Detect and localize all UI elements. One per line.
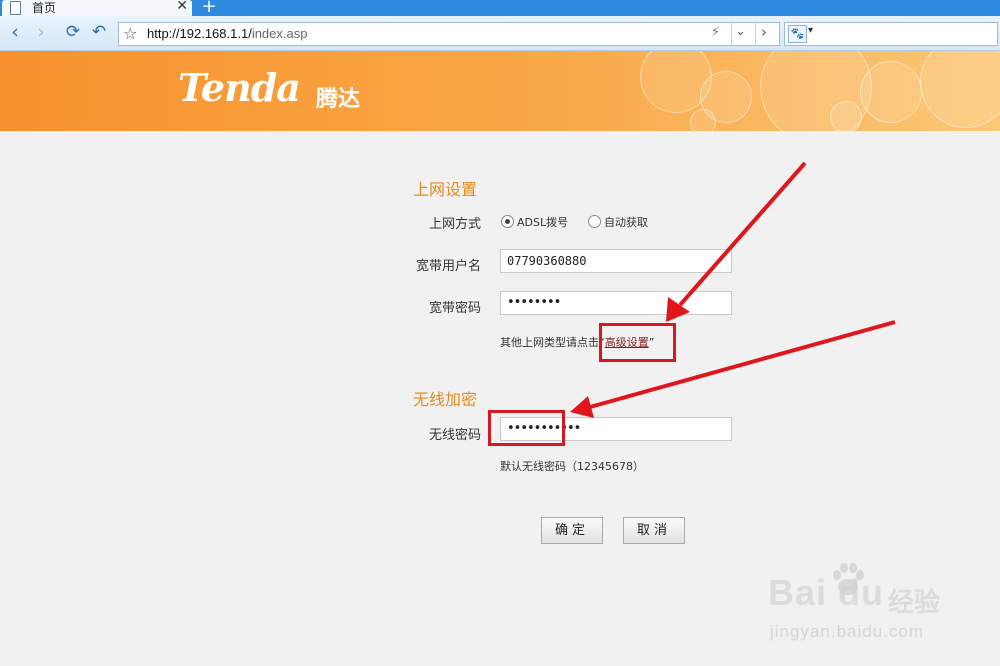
- arrow-line-advanced: [678, 161, 807, 307]
- caret-down-icon[interactable]: ▾: [808, 25, 813, 36]
- new-tab-button[interactable]: +: [198, 0, 220, 17]
- tab-bar: 首页 ✕ +: [0, 0, 1000, 17]
- address-bar[interactable]: ☆ http://192.168.1.1/index.asp ⚡ ⌄ ›: [118, 22, 780, 46]
- password-field[interactable]: ••••••••: [500, 291, 732, 315]
- ok-button[interactable]: 确定: [541, 517, 603, 544]
- paw-icon[interactable]: 🐾: [788, 25, 807, 43]
- decor-bubble: [860, 61, 922, 123]
- default-wireless-password-hint: 默认无线密码（12345678）: [500, 460, 644, 473]
- decor-bubble: [920, 51, 1000, 128]
- wireless-password-label: 无线密码: [428, 428, 481, 443]
- tab-home[interactable]: 首页 ✕: [2, 0, 192, 16]
- internet-settings-title: 上网设置: [413, 180, 478, 199]
- username-field[interactable]: 07790360880: [500, 249, 732, 273]
- back-icon[interactable]: ‹: [4, 21, 26, 43]
- navigation-bar: ‹ › ⟳ ↶ ☆ http://192.168.1.1/index.asp ⚡…: [0, 16, 1000, 51]
- password-value: ••••••••: [507, 295, 561, 310]
- url-host: http://192.168.1.1/: [147, 26, 252, 41]
- forward-icon[interactable]: ›: [30, 21, 52, 43]
- refresh-icon[interactable]: ⟳: [62, 21, 84, 43]
- baidu-watermark: Bai du: [768, 572, 885, 613]
- username-value: 07790360880: [507, 254, 587, 268]
- decor-bubble: [830, 101, 862, 131]
- arrow-head-wireless: [570, 396, 594, 418]
- tenda-logo-cn: 腾达: [316, 87, 361, 112]
- search-box[interactable]: 🐾 ▾: [784, 22, 998, 46]
- password-label: 宽带密码: [428, 301, 481, 316]
- other-type-hint-text: 其他上网类型请点击“: [500, 336, 605, 349]
- url-path: index.asp: [251, 26, 308, 41]
- page-icon: [10, 1, 21, 15]
- annotation-box-wireless: [488, 410, 565, 446]
- tab-title: 首页: [32, 1, 57, 15]
- wireless-encryption-title: 无线加密: [413, 390, 478, 409]
- divider: [731, 23, 732, 45]
- url-text[interactable]: http://192.168.1.1/index.asp: [147, 26, 307, 41]
- divider: [755, 23, 756, 45]
- adsl-radio-label[interactable]: ADSL拨号: [517, 214, 568, 230]
- dhcp-radio-label[interactable]: 自动获取: [604, 214, 648, 230]
- close-tab-icon[interactable]: ✕: [176, 0, 188, 14]
- baidu-watermark-cn: 经验: [888, 588, 941, 618]
- undo-icon[interactable]: ↶: [88, 21, 110, 43]
- username-label: 宽带用户名: [415, 259, 481, 274]
- annotation-box-advanced: [599, 323, 676, 362]
- decor-bubble: [690, 109, 716, 131]
- cancel-button[interactable]: 取消: [623, 517, 685, 544]
- tenda-logo: Tenda: [178, 65, 301, 110]
- adsl-radio[interactable]: [501, 215, 514, 228]
- lightning-icon[interactable]: ⚡: [711, 25, 720, 40]
- baidu-watermark-url: jingyan.baidu.com: [770, 622, 925, 641]
- star-icon[interactable]: ☆: [123, 24, 137, 43]
- dhcp-radio[interactable]: [588, 215, 601, 228]
- go-icon[interactable]: ›: [761, 23, 767, 41]
- connection-method-label: 上网方式: [428, 217, 481, 232]
- router-header: Tenda 腾达: [0, 51, 1000, 131]
- chevron-down-icon[interactable]: ⌄: [735, 24, 746, 39]
